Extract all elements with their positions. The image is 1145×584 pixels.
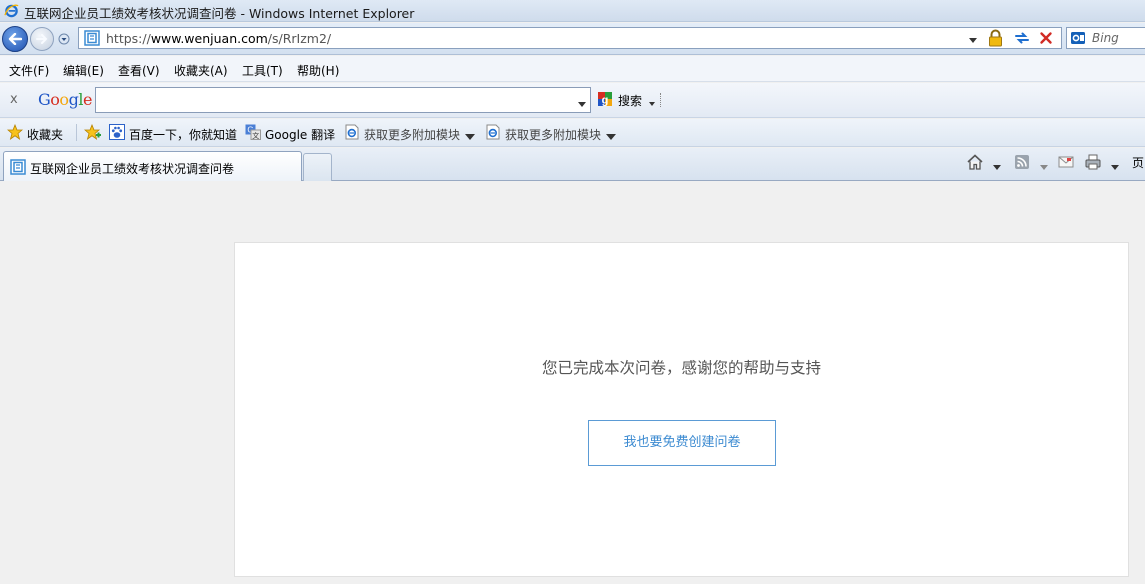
forward-button[interactable] <box>30 27 54 51</box>
menu-view[interactable]: 查看(V) <box>118 62 160 79</box>
tab-label: 互联网企业员工绩效考核状况调查问卷 <box>30 162 235 176</box>
history-dropdown-icon[interactable] <box>58 33 70 45</box>
forward-arrow-icon <box>36 34 48 44</box>
google-search-options-dropdown-icon[interactable] <box>649 95 655 109</box>
google-logo: Google <box>38 90 92 109</box>
baidu-paw-icon <box>109 124 125 140</box>
stop-icon[interactable] <box>1037 29 1055 47</box>
back-button[interactable] <box>2 26 28 52</box>
google-search-label: 搜索 <box>618 94 643 108</box>
page-content: 您已完成本次问卷，感谢您的帮助与支持 我也要免费创建问卷 <box>0 182 1145 584</box>
addons-1-dropdown-icon[interactable] <box>465 129 475 143</box>
search-placeholder: Bing <box>1092 31 1119 45</box>
svg-text:g: g <box>602 95 609 107</box>
feeds-icon[interactable] <box>1013 153 1031 171</box>
bing-search-box[interactable]: Bing <box>1066 27 1145 49</box>
add-to-favorites-bar-button[interactable] <box>83 123 102 142</box>
completion-message: 您已完成本次问卷，感谢您的帮助与支持 <box>541 359 821 377</box>
address-dropdown-icon[interactable] <box>969 32 977 46</box>
menu-bar: 文件(F) 编辑(E) 查看(V) 收藏夹(A) 工具(T) 帮助(H) <box>0 56 1145 82</box>
home-dropdown-icon[interactable] <box>993 159 1001 173</box>
svg-text:文: 文 <box>252 131 259 140</box>
google-toolbar-close-button[interactable]: x <box>10 92 18 107</box>
menu-edit[interactable]: 编辑(E) <box>63 62 104 79</box>
google-search-history-dropdown-icon[interactable] <box>578 96 586 110</box>
favorite-google-translate-label: Google 翻译 <box>265 128 336 142</box>
google-toolbar: x Google g 搜索 <box>0 83 1145 118</box>
title-bar: 互联网企业员工绩效考核状况调查问卷 - Windows Internet Exp… <box>0 0 1145 22</box>
google-g-icon: g <box>597 91 613 107</box>
back-arrow-icon <box>8 33 22 45</box>
add-favorite-star-icon <box>83 123 101 140</box>
print-icon[interactable] <box>1084 153 1102 171</box>
outlook-search-provider-icon <box>1070 30 1086 46</box>
window-title: 互联网企业员工绩效考核状况调查问卷 - Windows Internet Exp… <box>24 6 415 21</box>
tab-survey[interactable]: 互联网企业员工绩效考核状况调查问卷 <box>3 151 302 181</box>
home-icon[interactable] <box>966 153 984 171</box>
menu-help[interactable]: 帮助(H) <box>297 62 339 79</box>
favorites-label: 收藏夹 <box>27 128 64 142</box>
menu-favorites[interactable]: 收藏夹(A) <box>174 62 228 79</box>
menu-tools[interactable]: 工具(T) <box>242 62 283 79</box>
page-menu-button[interactable]: 页 <box>1132 154 1144 171</box>
tab-bar: 互联网企业员工绩效考核状况调查问卷 页 <box>0 148 1145 181</box>
favorites-bar: 收藏夹 百度一下，你就知道 G文 Google 翻译 获取更多附加模块 获取更多… <box>0 119 1145 147</box>
completion-card: 您已完成本次问卷，感谢您的帮助与支持 我也要免费创建问卷 <box>234 242 1129 577</box>
google-translate-icon: G文 <box>245 124 261 140</box>
refresh-icon[interactable] <box>1013 29 1031 47</box>
address-bar[interactable]: https://www.wenjuan.com/s/RrIzm2/ <box>78 27 1062 49</box>
url-text[interactable]: https://www.wenjuan.com/s/RrIzm2/ <box>106 31 331 46</box>
create-survey-button[interactable]: 我也要免费创建问卷 <box>588 420 776 466</box>
toolbar-grip[interactable] <box>660 93 665 107</box>
print-dropdown-icon[interactable] <box>1111 159 1119 173</box>
site-favicon-icon <box>10 159 26 175</box>
favorite-baidu-label: 百度一下，你就知道 <box>129 128 238 142</box>
new-tab-button[interactable] <box>303 153 332 181</box>
menu-file[interactable]: 文件(F) <box>9 62 49 79</box>
google-search-input[interactable] <box>95 87 591 113</box>
ie-page-icon <box>485 124 501 140</box>
navigation-bar: https://www.wenjuan.com/s/RrIzm2/ Bing <box>0 23 1145 55</box>
ie-page-icon <box>344 124 360 140</box>
favorite-get-more-addons-2-label: 获取更多附加模块 <box>505 128 602 142</box>
read-mail-icon[interactable] <box>1057 153 1075 171</box>
favorites-separator <box>76 124 77 141</box>
addons-2-dropdown-icon[interactable] <box>606 129 616 143</box>
favorites-star-icon <box>6 123 24 140</box>
lock-icon[interactable] <box>987 29 1004 47</box>
favorite-get-more-addons-1-label: 获取更多附加模块 <box>364 128 461 142</box>
feeds-dropdown-icon[interactable] <box>1040 159 1048 173</box>
site-favicon-icon <box>84 30 100 46</box>
ie-logo-icon <box>4 3 19 18</box>
